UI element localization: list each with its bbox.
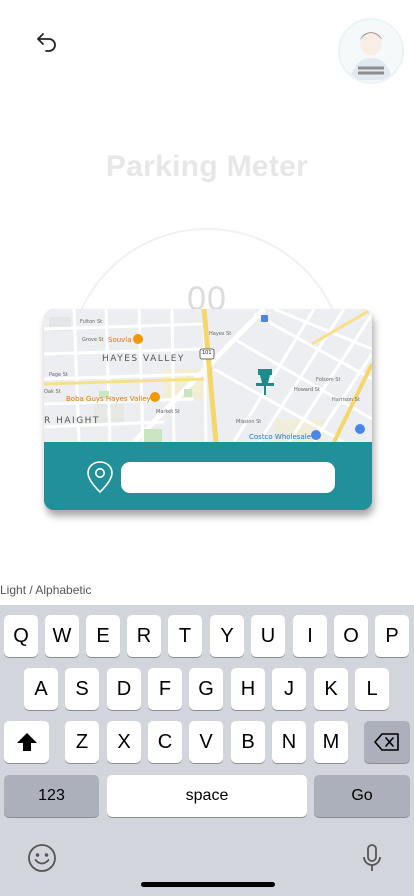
key-b[interactable]: B	[231, 721, 265, 763]
location-bar	[44, 442, 372, 510]
map-label-neighborhood: HAYES VALLEY	[102, 354, 185, 364]
backspace-icon	[374, 733, 399, 751]
map-label-street: Page St	[49, 372, 68, 378]
map-label-street: Market St	[156, 409, 180, 415]
location-pin-icon	[87, 461, 113, 494]
map-label-street: Oak St	[44, 389, 61, 395]
key-g[interactable]: G	[189, 668, 223, 710]
map-label-street: Grove St	[82, 337, 104, 343]
map-view[interactable]: HAYES VALLEY R HAIGHT Souvla Boba Guys H…	[44, 309, 372, 442]
key-j[interactable]: J	[272, 668, 306, 710]
numbers-key[interactable]: 123	[4, 775, 99, 817]
home-indicator	[141, 882, 275, 887]
microphone-button[interactable]	[356, 841, 388, 875]
undo-arrow-icon	[37, 33, 56, 52]
key-c[interactable]: C	[148, 721, 182, 763]
map-label-street: Mission St	[236, 419, 262, 425]
avatar[interactable]	[338, 18, 404, 84]
shift-key[interactable]	[4, 721, 49, 763]
key-z[interactable]: Z	[65, 721, 99, 763]
key-f[interactable]: F	[148, 668, 182, 710]
keyboard: Q W E R T Y U I O P A S D F G H J K L Z …	[0, 605, 414, 896]
key-v[interactable]: V	[189, 721, 223, 763]
key-x[interactable]: X	[107, 721, 141, 763]
key-w[interactable]: W	[45, 615, 79, 657]
address-input[interactable]	[121, 462, 335, 493]
back-button[interactable]	[30, 24, 64, 58]
emoji-button[interactable]	[24, 841, 60, 875]
key-o[interactable]: O	[334, 615, 368, 657]
location-card: HAYES VALLEY R HAIGHT Souvla Boba Guys H…	[44, 309, 372, 510]
key-e[interactable]: E	[86, 615, 120, 657]
map-label-street: Harrison St	[332, 397, 360, 403]
key-i[interactable]: I	[293, 615, 327, 657]
key-y[interactable]: Y	[210, 615, 244, 657]
key-d[interactable]: D	[107, 668, 141, 710]
keyboard-label: Light / Alphabetic	[0, 583, 92, 597]
map-label-place: Souvla	[108, 336, 132, 344]
delete-key[interactable]	[364, 721, 410, 763]
key-u[interactable]: U	[251, 615, 285, 657]
map-label-street: Folsom St	[316, 377, 341, 383]
key-r[interactable]: R	[127, 615, 161, 657]
map-label-street: Howard St	[294, 387, 320, 393]
key-l[interactable]: L	[355, 668, 389, 710]
key-t[interactable]: T	[168, 615, 202, 657]
emoji-icon	[28, 844, 56, 872]
map-label-place: Costco Wholesale	[249, 433, 311, 441]
map-label-street: Fulton St	[80, 319, 103, 325]
key-k[interactable]: K	[314, 668, 348, 710]
go-key[interactable]: Go	[314, 775, 410, 817]
key-m[interactable]: M	[314, 721, 348, 763]
key-p[interactable]: P	[375, 615, 409, 657]
shift-icon	[16, 733, 37, 751]
space-key[interactable]: space	[107, 775, 307, 817]
key-h[interactable]: H	[231, 668, 265, 710]
map-label-place: Boba Guys Hayes Valley	[66, 395, 151, 403]
user-avatar-icon	[350, 32, 392, 80]
key-q[interactable]: Q	[4, 615, 38, 657]
key-s[interactable]: S	[65, 668, 99, 710]
map-label-route: 101	[202, 350, 212, 356]
page-title: Parking Meter	[105, 150, 309, 183]
microphone-icon	[363, 844, 381, 871]
key-a[interactable]: A	[24, 668, 58, 710]
map-label-street: Hayes St	[209, 331, 232, 337]
map-label-neighborhood: R HAIGHT	[44, 416, 100, 426]
key-n[interactable]: N	[272, 721, 306, 763]
